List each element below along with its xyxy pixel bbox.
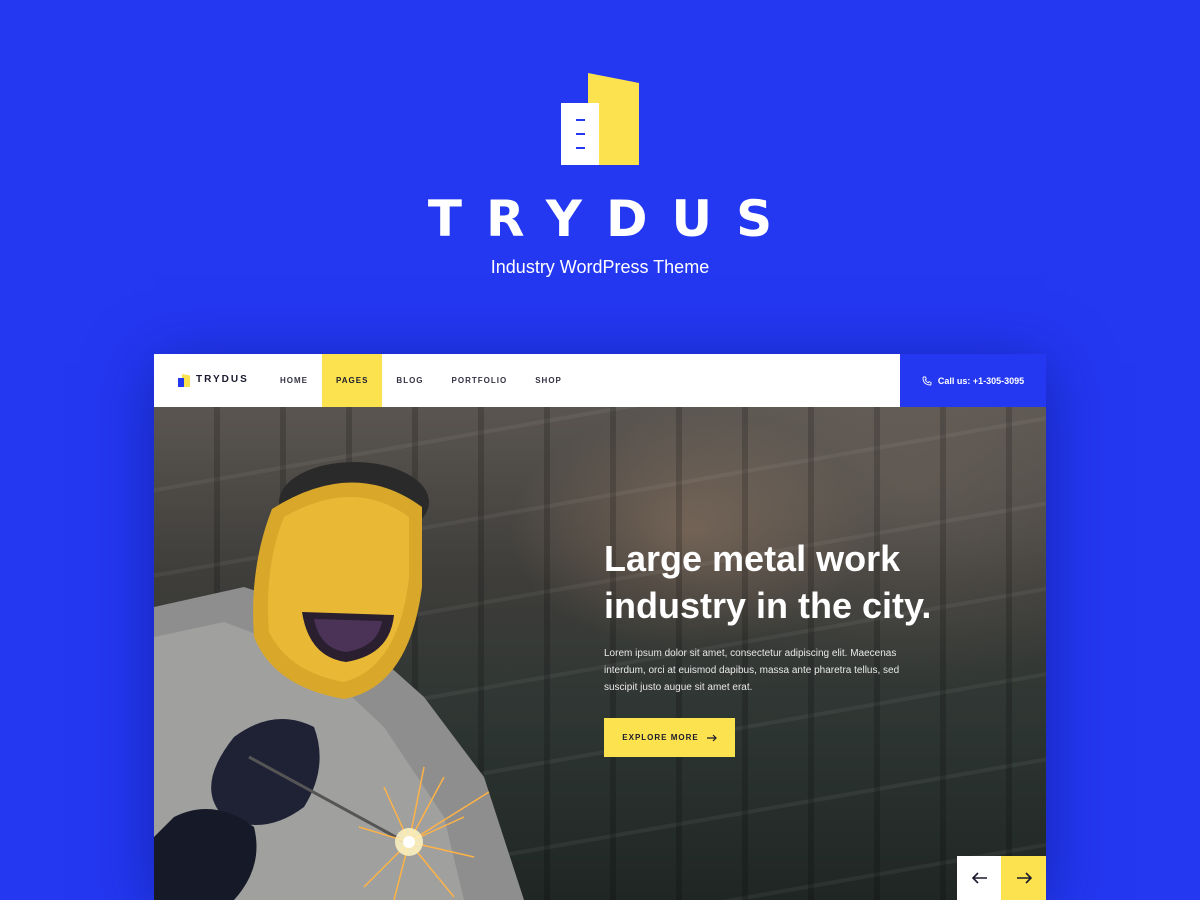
- menu-item-shop[interactable]: SHOP: [521, 354, 576, 407]
- arrow-right-icon: [1016, 872, 1032, 884]
- hero-section: Large metal work industry in the city. L…: [154, 407, 1046, 900]
- brand-tagline: Industry WordPress Theme: [490, 257, 710, 277]
- arrow-right-icon: [706, 734, 717, 741]
- main-menu: HOME PAGES BLOG PORTFOLIO SHOP: [266, 354, 576, 407]
- trydus-logo: [561, 73, 639, 165]
- top-navigation: TRYDUS HOME PAGES BLOG PORTFOLIO SHOP Ca…: [154, 354, 1046, 407]
- slider-prev-button[interactable]: [957, 856, 1002, 900]
- arrow-left-icon: [971, 872, 987, 884]
- explore-more-label: EXPLORE MORE: [622, 733, 699, 742]
- brand-name: TRYDUS: [427, 190, 797, 248]
- slider-next-button[interactable]: [1001, 856, 1046, 900]
- menu-item-portfolio[interactable]: PORTFOLIO: [438, 354, 522, 407]
- trydus-logo-small: [178, 374, 190, 387]
- welder-image: [154, 462, 524, 900]
- hero-title-line-2: industry in the city.: [604, 585, 932, 626]
- hero-title-line-1: Large metal work: [604, 538, 901, 579]
- hero-description: Lorem ipsum dolor sit amet, consectetur …: [604, 648, 900, 693]
- menu-item-pages[interactable]: PAGES: [322, 354, 383, 407]
- menu-item-blog[interactable]: BLOG: [382, 354, 437, 407]
- call-us-label: Call us: +1-305-3095: [937, 375, 1025, 386]
- phone-icon: [922, 376, 932, 385]
- nav-brand[interactable]: TRYDUS: [196, 374, 249, 385]
- hero-title: Large metal work industry in the city.: [604, 535, 1024, 629]
- explore-more-button[interactable]: EXPLORE MORE: [604, 718, 735, 757]
- call-us-button[interactable]: Call us: +1-305-3095: [900, 354, 1046, 407]
- theme-preview: Large metal work industry in the city. L…: [154, 354, 1046, 900]
- menu-item-home[interactable]: HOME: [266, 354, 322, 407]
